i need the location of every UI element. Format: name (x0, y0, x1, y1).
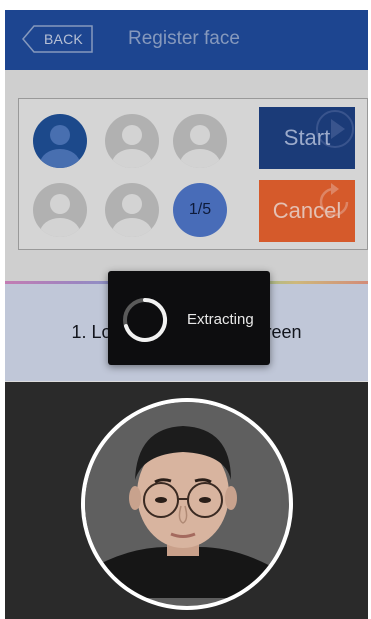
loading-text: Extracting (187, 311, 254, 328)
camera-preview (5, 382, 368, 619)
face-guide-circle (81, 398, 293, 610)
spinner-icon (123, 297, 168, 342)
app-frame: BACK Register face 1/5 Start Cancel 1. L… (5, 10, 368, 619)
face-photo-icon (85, 402, 281, 598)
loading-dialog: Extracting (108, 271, 270, 365)
